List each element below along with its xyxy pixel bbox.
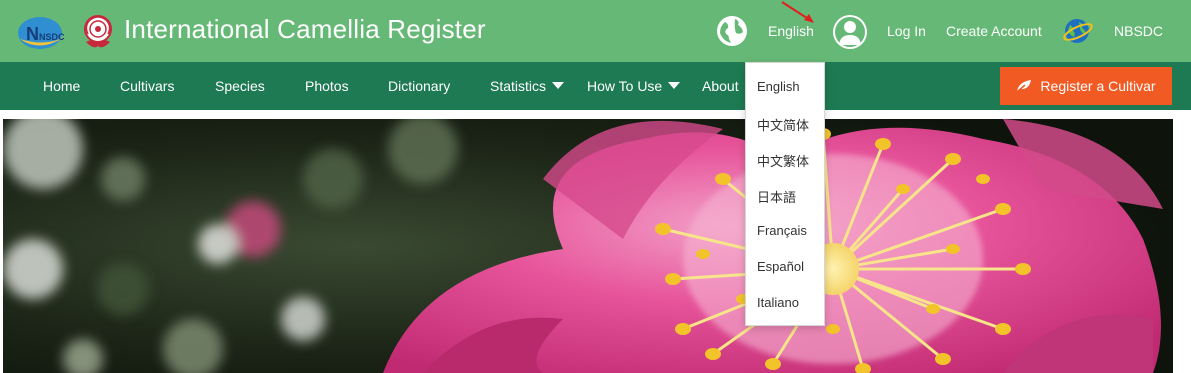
- svg-text:NSDC: NSDC: [39, 32, 65, 42]
- nav-home[interactable]: Home: [43, 78, 80, 94]
- hero-camellia-image: [3, 119, 1173, 373]
- nav-how-to-use[interactable]: How To Use: [587, 78, 681, 94]
- nsdc-logo-icon[interactable]: N NSDC: [16, 13, 72, 53]
- language-selector[interactable]: English: [768, 23, 814, 39]
- language-option-japanese[interactable]: 日本語: [757, 187, 796, 206]
- nav-photos[interactable]: Photos: [305, 78, 349, 94]
- nbsdc-globe-icon[interactable]: [1062, 15, 1094, 47]
- chevron-down-icon: [668, 82, 681, 89]
- language-option-zh-hans[interactable]: 中文简体: [757, 115, 809, 134]
- register-cultivar-button[interactable]: Register a Cultivar: [1000, 67, 1172, 105]
- user-icon[interactable]: [832, 14, 868, 50]
- language-option-french[interactable]: Français: [757, 223, 807, 238]
- leaf-icon: [1016, 80, 1032, 93]
- top-header: N NSDC International Camellia Register E…: [0, 0, 1191, 62]
- language-option-spanish[interactable]: Español: [757, 259, 804, 274]
- nav-statistics[interactable]: Statistics: [490, 78, 565, 94]
- globe-icon[interactable]: [716, 15, 748, 47]
- language-dropdown-menu: English 中文简体 中文繁体 日本語 Français Español I…: [745, 62, 825, 326]
- site-title: International Camellia Register: [124, 14, 486, 44]
- nav-dictionary[interactable]: Dictionary: [388, 78, 450, 94]
- svg-text:N: N: [26, 24, 39, 44]
- nav-species[interactable]: Species: [215, 78, 265, 94]
- language-option-english[interactable]: English: [757, 79, 800, 94]
- language-option-zh-hant[interactable]: 中文繁体: [757, 151, 809, 170]
- nbsdc-link[interactable]: NBSDC: [1114, 23, 1163, 39]
- nav-cultivars[interactable]: Cultivars: [120, 78, 174, 94]
- camellia-flower-logo-icon: [84, 15, 112, 48]
- chevron-down-icon: [552, 82, 565, 89]
- red-arrow-icon: [781, 1, 814, 23]
- language-option-italian[interactable]: Italiano: [757, 295, 799, 310]
- login-link[interactable]: Log In: [887, 23, 926, 39]
- create-account-link[interactable]: Create Account: [946, 23, 1042, 39]
